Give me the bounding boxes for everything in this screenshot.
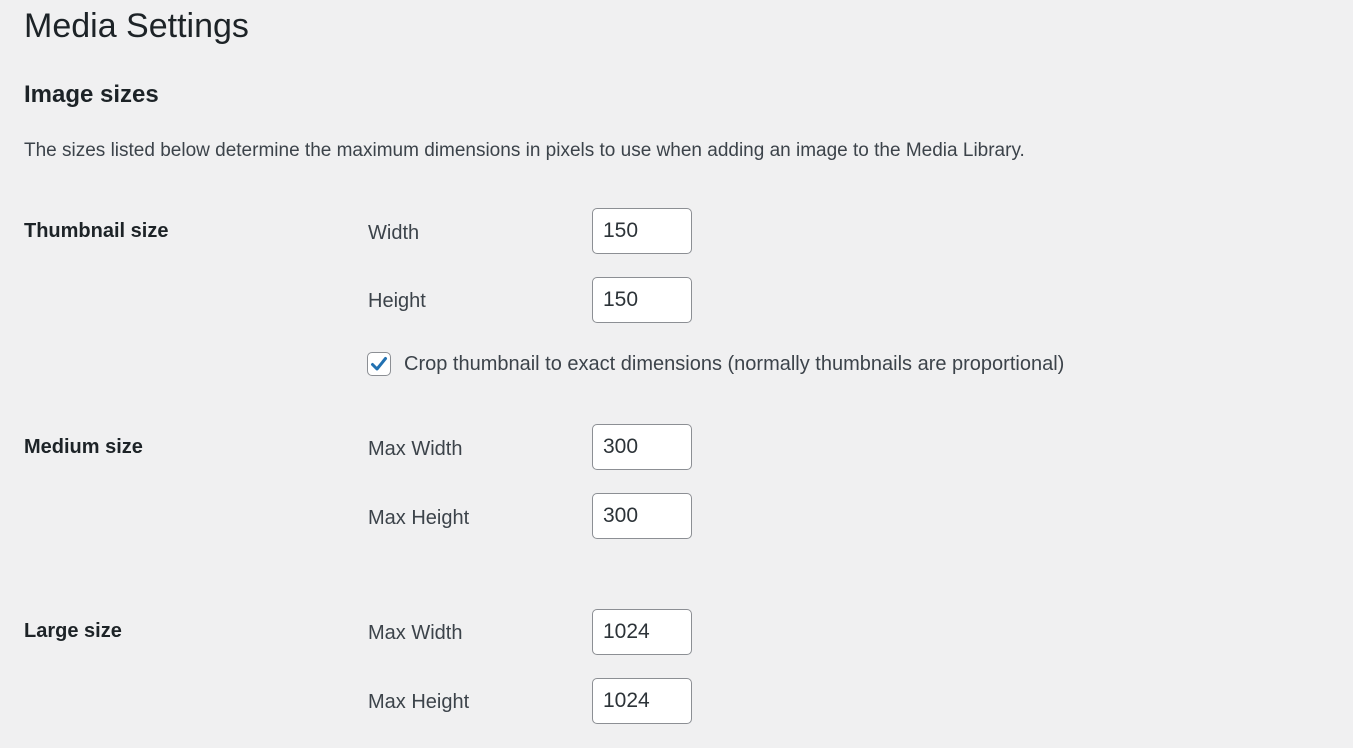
section-title-image-sizes: Image sizes <box>24 81 159 108</box>
large-height-label: Max Height <box>368 691 470 713</box>
large-width-input[interactable] <box>592 609 692 655</box>
large-width-label: Max Width <box>368 622 463 644</box>
crop-thumbnail-label[interactable]: Crop thumbnail to exact dimensions (norm… <box>404 351 1064 377</box>
checkmark-icon <box>371 357 387 371</box>
medium-height-input[interactable] <box>592 493 692 539</box>
image-sizes-description: The sizes listed below determine the max… <box>24 140 1025 161</box>
large-height-input[interactable] <box>592 678 692 724</box>
crop-thumbnail-checkbox[interactable] <box>367 352 391 376</box>
medium-width-input[interactable] <box>592 424 692 470</box>
medium-width-label: Max Width <box>368 438 463 460</box>
medium-height-label: Max Height <box>368 507 470 529</box>
thumbnail-size-label: Thumbnail size <box>24 220 169 242</box>
thumbnail-height-label: Height <box>368 290 426 312</box>
thumbnail-height-input[interactable] <box>592 277 692 323</box>
large-size-label: Large size <box>24 620 122 642</box>
page-title: Media Settings <box>24 7 249 45</box>
thumbnail-width-label: Width <box>368 222 420 244</box>
thumbnail-width-input[interactable] <box>592 208 692 254</box>
medium-size-label: Medium size <box>24 436 143 458</box>
